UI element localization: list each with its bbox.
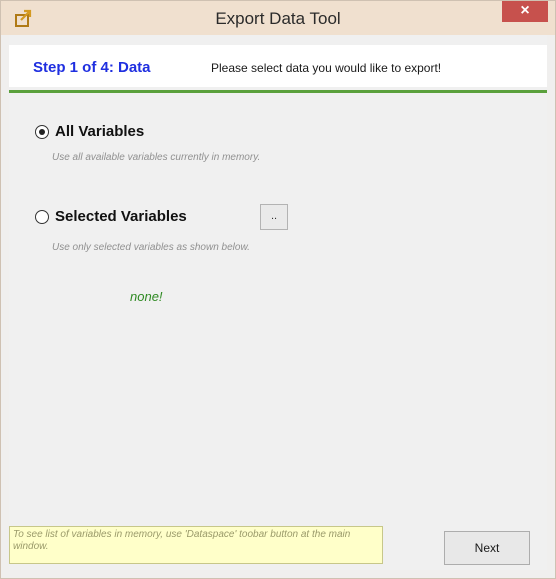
header-divider bbox=[9, 90, 547, 93]
step-header: Step 1 of 4: Data Please select data you… bbox=[9, 45, 547, 87]
browse-variables-button[interactable]: .. bbox=[260, 204, 288, 230]
selected-variables-list: none! bbox=[130, 289, 163, 304]
close-button[interactable]: × bbox=[502, 1, 548, 22]
selected-variables-hint: Use only selected variables as shown bel… bbox=[52, 242, 250, 253]
step-label: Step 1 of 4: Data bbox=[33, 59, 151, 76]
title-bar[interactable]: Export Data Tool × bbox=[1, 1, 555, 35]
next-button[interactable]: Next bbox=[444, 531, 530, 565]
selected-variables-option[interactable]: Selected Variables bbox=[35, 208, 187, 225]
step-description: Please select data you would like to exp… bbox=[211, 61, 442, 75]
all-variables-radio[interactable] bbox=[35, 124, 49, 139]
window-title: Export Data Tool bbox=[215, 9, 341, 28]
client-area: Step 1 of 4: Data Please select data you… bbox=[9, 35, 547, 570]
selected-variables-radio[interactable] bbox=[35, 209, 49, 224]
all-variables-option[interactable]: All Variables bbox=[35, 123, 144, 140]
selected-variables-label[interactable]: Selected Variables bbox=[55, 208, 187, 225]
tip-box: To see list of variables in memory, use … bbox=[9, 526, 383, 564]
export-data-window: Export Data Tool × Step 1 of 4: Data Ple… bbox=[0, 0, 556, 579]
all-variables-hint: Use all available variables currently in… bbox=[52, 152, 261, 163]
all-variables-label[interactable]: All Variables bbox=[55, 123, 144, 140]
